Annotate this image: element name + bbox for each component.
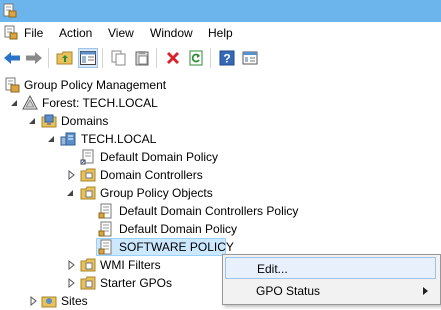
expanded-chevron-icon[interactable]: [66, 187, 76, 199]
show-hide-console-tree-icon: [80, 51, 96, 65]
collapsed-chevron-icon[interactable]: [66, 259, 76, 271]
refresh-button[interactable]: [186, 48, 206, 68]
tree-node-label: TECH.LOCAL: [81, 132, 157, 146]
context-menu-gpo-status[interactable]: GPO Status: [225, 280, 436, 302]
tree-node-gpm-root[interactable]: Group Policy Management: [0, 76, 441, 94]
properties-button[interactable]: [240, 48, 260, 68]
delete-button[interactable]: [163, 48, 183, 68]
tree-node-label: WMI Filters: [100, 258, 161, 272]
tree-node-group-policy-objects[interactable]: Group Policy Objects: [0, 184, 441, 202]
copy-button[interactable]: [109, 48, 129, 68]
tree-node-forest[interactable]: Forest: TECH.LOCAL: [0, 94, 441, 112]
tree-node-label: Default Domain Controllers Policy: [119, 204, 299, 218]
tree-node-label: Group Policy Objects: [100, 186, 213, 200]
svg-text:?: ?: [223, 52, 230, 66]
menu-view[interactable]: View: [108, 25, 134, 41]
menu-file[interactable]: File: [24, 25, 43, 41]
tree-node-label: Group Policy Management: [24, 78, 167, 92]
gpmc-app-icon: [3, 3, 17, 18]
ou-folder-icon: [80, 168, 96, 182]
show-hide-console-tree-button[interactable]: [78, 48, 98, 68]
forward-arrow-icon: [26, 52, 42, 64]
back-button[interactable]: [2, 48, 22, 68]
sites-icon: [41, 296, 57, 308]
context-menu-edit-label: Edit...: [257, 262, 288, 276]
tree-node-label: Sites: [61, 294, 88, 308]
paste-button[interactable]: [132, 48, 152, 68]
help-button[interactable]: ?: [217, 48, 237, 68]
system-menu-icon[interactable]: [4, 25, 18, 40]
tree-node-label: Domain Controllers: [100, 168, 203, 182]
collapsed-chevron-icon[interactable]: [66, 169, 76, 181]
collapsed-chevron-icon[interactable]: [28, 295, 38, 307]
menu-window[interactable]: Window: [150, 25, 193, 41]
tree-node-gpo[interactable]: Default Domain Controllers Policy: [0, 202, 441, 220]
wmi-folder-icon: [80, 258, 96, 272]
tree-node-label: Domains: [61, 114, 109, 128]
toolbar-separator: [48, 48, 49, 68]
tree-node-label: Forest: TECH.LOCAL: [42, 96, 158, 110]
toolbar-separator: [156, 48, 157, 68]
tree-node-domain-controllers[interactable]: Domain Controllers: [0, 166, 441, 184]
gpo-link-icon: [80, 149, 94, 165]
help-icon: ?: [219, 50, 235, 66]
forest-icon: [22, 95, 38, 110]
tree-node-label: SOFTWARE POLICY: [119, 240, 234, 254]
context-menu-edit[interactable]: Edit...: [225, 257, 436, 279]
properties-icon: [242, 51, 258, 65]
domain-icon: [60, 132, 76, 146]
menu-help[interactable]: Help: [208, 25, 233, 41]
starter-gpo-folder-icon: [80, 276, 96, 290]
gpo-icon: [98, 239, 112, 255]
context-menu-gpo-status-label: GPO Status: [256, 284, 321, 298]
tree-node-label: Default Domain Policy: [100, 150, 219, 164]
tree-node-default-domain-policy-link[interactable]: Default Domain Policy: [0, 148, 441, 166]
tree-node-label: Default Domain Policy: [119, 222, 238, 236]
up-folder-icon: [56, 51, 73, 65]
forward-button[interactable]: [24, 48, 44, 68]
back-arrow-icon: [4, 52, 20, 64]
gpmc-icon: [5, 77, 20, 93]
expanded-chevron-icon[interactable]: [28, 115, 38, 127]
copy-icon: [111, 50, 126, 66]
gpo-icon: [98, 203, 112, 219]
gpo-folder-icon: [80, 186, 96, 200]
tree-node-gpo[interactable]: Default Domain Policy: [0, 220, 441, 238]
domains-icon: [41, 114, 57, 128]
toolbar-separator: [210, 48, 211, 68]
expanded-chevron-icon[interactable]: [10, 97, 20, 109]
collapsed-chevron-icon[interactable]: [66, 277, 76, 289]
toolbar-separator: [102, 48, 103, 68]
paste-icon: [135, 51, 149, 66]
tree-node-label: Starter GPOs: [100, 276, 173, 290]
expanded-chevron-icon[interactable]: [47, 133, 57, 145]
up-one-level-button[interactable]: [55, 48, 75, 68]
refresh-icon: [189, 50, 203, 66]
submenu-arrow-icon: [423, 287, 428, 295]
tree-node-domain[interactable]: TECH.LOCAL: [0, 130, 441, 148]
context-menu: Edit... GPO Status: [222, 254, 441, 305]
menu-action[interactable]: Action: [59, 25, 92, 41]
delete-icon: [167, 52, 179, 64]
gpo-icon: [98, 221, 112, 237]
tree-node-domains[interactable]: Domains: [0, 112, 441, 130]
window-title-bar: [0, 0, 441, 22]
